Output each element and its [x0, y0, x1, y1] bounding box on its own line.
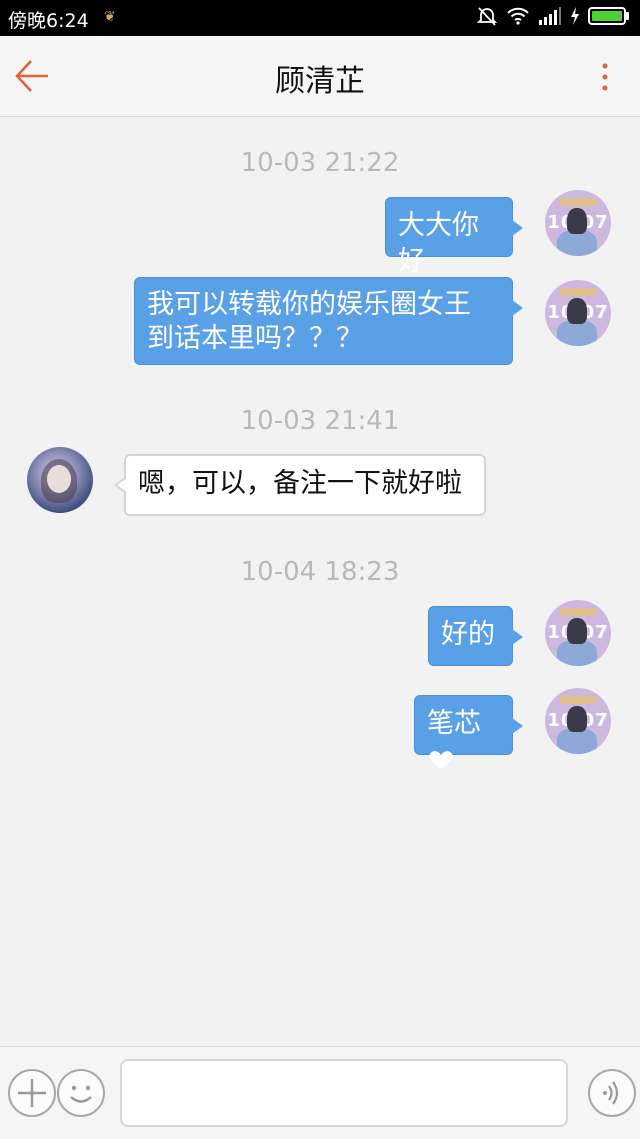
status-time: 傍晚6:24 — [8, 10, 89, 32]
status-icons — [476, 5, 630, 27]
signal-icon — [539, 7, 561, 25]
outgoing-message-bubble[interactable]: 大大你好 — [385, 197, 523, 277]
message-text: 嗯，可以，备注一下就好啦 — [138, 468, 462, 499]
voice-button[interactable] — [588, 1069, 636, 1117]
notification-icon: ❦ — [104, 9, 116, 25]
more-options-icon[interactable] — [600, 62, 610, 92]
message-text-line: 我可以转载你的娱乐圈女王 — [147, 289, 471, 320]
voice-icon — [603, 1081, 619, 1105]
my-avatar[interactable]: 10 07 — [545, 688, 611, 754]
status-bar: 傍晚6:24 ❦ — [0, 0, 640, 36]
outgoing-message-bubble[interactable]: 好的 — [428, 606, 523, 666]
message-text: 好的 — [441, 619, 495, 650]
wifi-icon — [507, 7, 529, 25]
outgoing-message-bubble[interactable]: 我可以转载你的娱乐圈女王 到话本里吗？？？ — [134, 277, 523, 365]
my-avatar[interactable]: 10 07 — [545, 190, 611, 256]
message-timestamp: 10-03 21:22 — [240, 148, 400, 178]
contact-avatar[interactable] — [27, 447, 93, 513]
input-bar — [0, 1046, 640, 1139]
mute-icon — [476, 7, 498, 26]
page-title: 顾清芷 — [275, 64, 365, 99]
heart-icon — [429, 751, 453, 769]
message-timestamp: 10-03 21:41 — [240, 406, 400, 436]
incoming-message-bubble[interactable]: 嗯，可以，备注一下就好啦 — [114, 454, 486, 516]
message-text: 大大你好 — [398, 210, 479, 277]
emoji-button[interactable] — [57, 1069, 105, 1117]
my-avatar[interactable]: 10 07 — [545, 600, 611, 666]
smiley-icon — [70, 1085, 92, 1103]
message-timestamp: 10-04 18:23 — [240, 557, 400, 587]
my-avatar[interactable]: 10 07 — [545, 280, 611, 346]
plus-icon — [18, 1079, 46, 1107]
message-text-line: 到话本里吗？？？ — [147, 323, 363, 354]
outgoing-message-bubble[interactable]: 笔芯 — [414, 695, 523, 769]
message-text: 笔芯 — [427, 708, 481, 739]
add-attachment-button[interactable] — [8, 1069, 56, 1117]
charging-icon — [571, 7, 579, 25]
header-bar: 顾清芷 — [0, 36, 640, 117]
battery-icon — [588, 7, 629, 25]
message-input[interactable] — [120, 1059, 568, 1127]
